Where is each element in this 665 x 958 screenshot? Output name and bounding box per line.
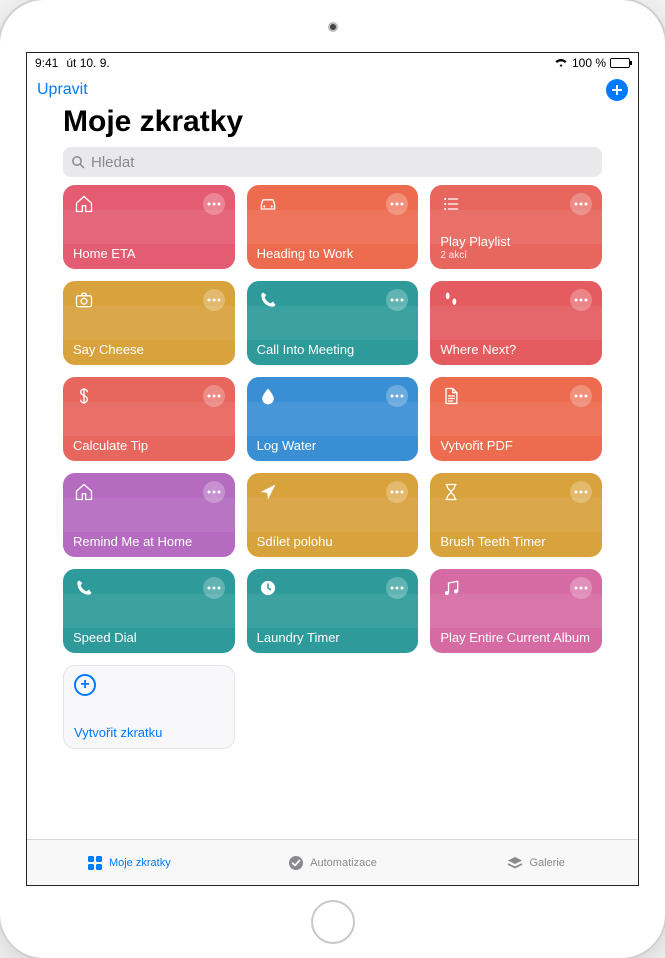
shortcut-name: Laundry Timer (257, 630, 409, 645)
camera-icon (73, 289, 95, 311)
more-icon[interactable] (203, 481, 225, 503)
music-icon (440, 577, 462, 599)
list-icon (440, 193, 462, 215)
more-icon[interactable] (386, 385, 408, 407)
shortcut-sub: 2 akcí (440, 250, 592, 261)
shortcut-card[interactable]: Remind Me at Home (63, 473, 235, 557)
tab-label: Automatizace (310, 857, 377, 869)
steps-icon (440, 289, 462, 311)
status-time: 9:41 (35, 56, 58, 70)
home-icon (73, 193, 95, 215)
shortcut-name: Home ETA (73, 246, 225, 261)
create-label: Vytvořit zkratku (74, 725, 224, 740)
phone-icon (257, 289, 279, 311)
status-bar: 9:41 út 10. 9. 100 % (27, 53, 638, 73)
battery-pct: 100 % (572, 56, 606, 70)
shortcut-name: Sdílet polohu (257, 534, 409, 549)
more-icon[interactable] (570, 481, 592, 503)
shortcut-name: Play Playlist (440, 234, 592, 249)
shortcut-name: Speed Dial (73, 630, 225, 645)
grid-icon (87, 855, 103, 871)
phone-icon (73, 577, 95, 599)
shortcut-name: Vytvořit PDF (440, 438, 592, 453)
shortcut-name: Remind Me at Home (73, 534, 225, 549)
car-icon (257, 193, 279, 215)
check-icon (288, 855, 304, 871)
battery-icon (610, 58, 630, 68)
home-button[interactable] (311, 900, 355, 944)
shortcut-name: Say Cheese (73, 342, 225, 357)
shortcut-card[interactable]: Play Playlist 2 akcí (430, 185, 602, 269)
shortcut-name: Where Next? (440, 342, 592, 357)
add-shortcut-button[interactable] (606, 79, 628, 101)
more-icon[interactable] (386, 193, 408, 215)
search-input[interactable]: Hledat (63, 147, 602, 177)
more-icon[interactable] (203, 385, 225, 407)
more-icon[interactable] (570, 193, 592, 215)
navbar: Upravit (27, 73, 638, 103)
shortcut-card[interactable]: Speed Dial (63, 569, 235, 653)
camera-dot (328, 22, 338, 32)
shortcut-card[interactable]: Log Water (247, 377, 419, 461)
more-icon[interactable] (203, 193, 225, 215)
shortcut-card[interactable]: Heading to Work (247, 185, 419, 269)
search-placeholder: Hledat (91, 154, 134, 171)
more-icon[interactable] (570, 577, 592, 599)
stack-icon (507, 855, 523, 871)
drop-icon (257, 385, 279, 407)
page-title: Moje zkratky (27, 103, 638, 147)
clock-icon (257, 577, 279, 599)
shortcut-card[interactable]: Brush Teeth Timer (430, 473, 602, 557)
more-icon[interactable] (203, 577, 225, 599)
shortcut-card[interactable]: Sdílet polohu (247, 473, 419, 557)
screen: 9:41 út 10. 9. 100 % Upravit Moje zkratk… (26, 52, 639, 886)
shortcut-name: Calculate Tip (73, 438, 225, 453)
ipad-frame: 9:41 út 10. 9. 100 % Upravit Moje zkratk… (0, 0, 665, 958)
status-date: út 10. 9. (66, 56, 109, 70)
shortcut-card[interactable]: Where Next? (430, 281, 602, 365)
create-shortcut-card[interactable]: + Vytvořit zkratku (63, 665, 235, 749)
hourglass-icon (440, 481, 462, 503)
tab-galerie[interactable]: Galerie (434, 840, 638, 885)
doc-icon (440, 385, 462, 407)
shortcut-card[interactable]: Laundry Timer (247, 569, 419, 653)
shortcut-card[interactable]: Calculate Tip (63, 377, 235, 461)
shortcut-name: Brush Teeth Timer (440, 534, 592, 549)
location-icon (257, 481, 279, 503)
more-icon[interactable] (203, 289, 225, 311)
more-icon[interactable] (570, 289, 592, 311)
shortcut-name: Log Water (257, 438, 409, 453)
shortcut-card[interactable]: Say Cheese (63, 281, 235, 365)
more-icon[interactable] (386, 577, 408, 599)
more-icon[interactable] (386, 289, 408, 311)
more-icon[interactable] (386, 481, 408, 503)
more-icon[interactable] (570, 385, 592, 407)
search-icon (71, 155, 85, 169)
shortcut-card[interactable]: Home ETA (63, 185, 235, 269)
home-icon (73, 481, 95, 503)
tab-label: Moje zkratky (109, 857, 171, 869)
edit-button[interactable]: Upravit (37, 81, 88, 99)
plus-icon: + (74, 674, 96, 696)
shortcut-card[interactable]: Call Into Meeting (247, 281, 419, 365)
tab-label: Galerie (529, 857, 564, 869)
tab-automatizace[interactable]: Automatizace (231, 840, 435, 885)
shortcut-grid: Home ETA Heading to Work Play Playlist 2… (27, 185, 638, 749)
shortcut-name: Call Into Meeting (257, 342, 409, 357)
tab-moje-zkratky[interactable]: Moje zkratky (27, 840, 231, 885)
shortcut-card[interactable]: Play Entire Current Album (430, 569, 602, 653)
shortcut-name: Heading to Work (257, 246, 409, 261)
dollar-icon (73, 385, 95, 407)
shortcut-name: Play Entire Current Album (440, 630, 592, 645)
shortcut-card[interactable]: Vytvořit PDF (430, 377, 602, 461)
wifi-icon (554, 58, 568, 68)
tab-bar: Moje zkratky Automatizace Galerie (27, 839, 638, 885)
